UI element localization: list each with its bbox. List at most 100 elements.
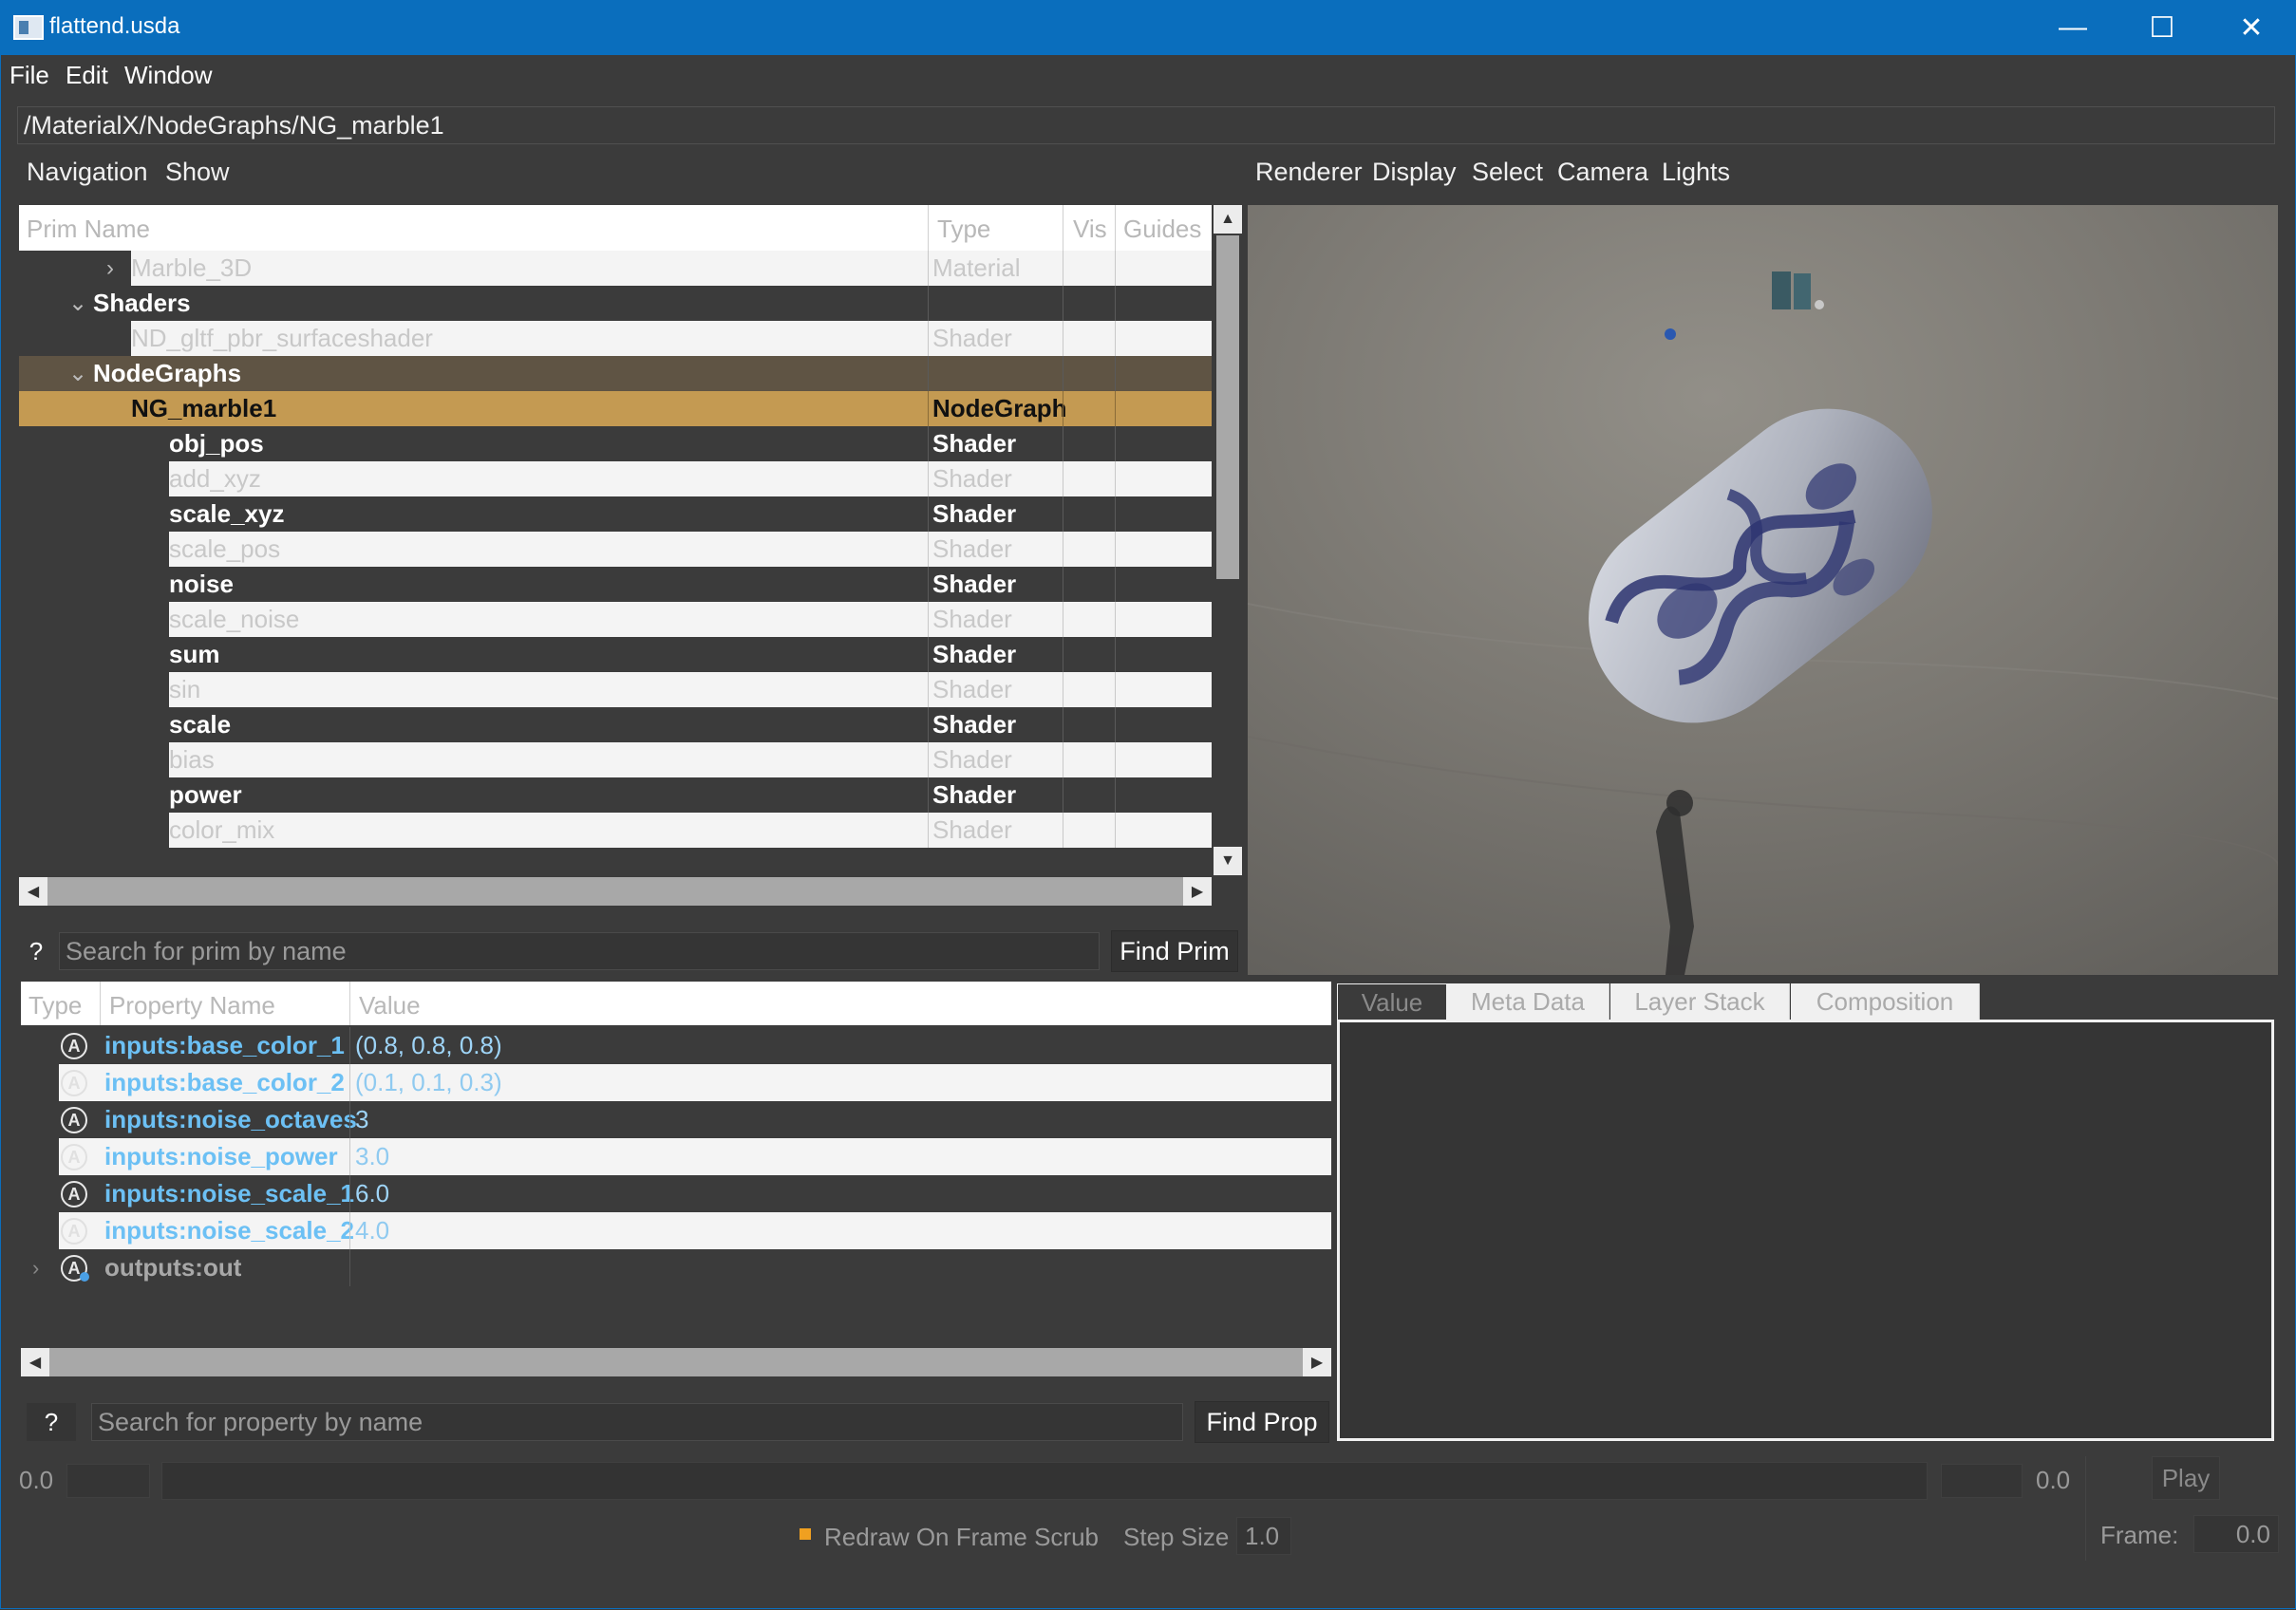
tab-composition[interactable]: Composition (1791, 983, 1980, 1020)
prim-row[interactable]: scale_noise Shader (19, 602, 1212, 637)
property-row[interactable]: Ainputs:base_color_2 (0.1, 0.1, 0.3) (21, 1064, 1331, 1101)
property-row[interactable]: Ainputs:noise_power 3.0 (21, 1138, 1331, 1175)
prim-row[interactable]: ⌄ Shaders (19, 286, 1212, 321)
prim-name: bias (169, 745, 215, 774)
prim-type: NodeGraph (932, 394, 1067, 422)
property-horizontal-scrollbar[interactable]: ◀ ▶ (21, 1348, 1331, 1376)
property-row[interactable]: › Aoutputs:out (21, 1249, 1331, 1286)
column-divider (928, 602, 929, 637)
close-button[interactable]: ✕ (2207, 0, 2296, 55)
column-divider (928, 567, 929, 602)
camera-menu[interactable]: Camera (1557, 158, 1648, 192)
renderer-menu[interactable]: Renderer (1255, 158, 1363, 192)
prim-row[interactable]: › Marble_3D Material (19, 251, 1212, 286)
prim-name: sin (169, 675, 201, 703)
menu-window[interactable]: Window (124, 57, 212, 93)
prim-row[interactable]: bias Shader (19, 742, 1212, 777)
prim-row[interactable]: obj_pos Shader (19, 426, 1212, 461)
header-prim-name[interactable]: Prim Name (27, 215, 150, 244)
property-value: 4.0 (355, 1216, 390, 1245)
tab-layer-stack[interactable]: Layer Stack (1610, 983, 1790, 1020)
prim-row[interactable]: color_mix Shader (19, 813, 1212, 848)
header-type[interactable]: Type (937, 215, 990, 244)
prim-row[interactable]: scale_xyz Shader (19, 496, 1212, 532)
property-search-input[interactable]: Search for property by name (91, 1403, 1183, 1441)
prim-row[interactable]: NG_marble1 NodeGraph (19, 391, 1212, 426)
column-divider (1115, 567, 1116, 602)
prim-name: noise (169, 570, 234, 598)
maximize-button[interactable]: ☐ (2117, 0, 2207, 55)
property-row[interactable]: Ainputs:noise_scale_2 4.0 (21, 1212, 1331, 1249)
prim-name: scale_xyz (169, 499, 285, 528)
property-value: 3.0 (355, 1142, 390, 1170)
prim-name: sum (169, 640, 220, 668)
prim-name: add_xyz (169, 464, 261, 493)
scroll-right-arrow-icon[interactable]: ▶ (1183, 877, 1212, 906)
scroll-left-arrow-icon[interactable]: ◀ (19, 877, 47, 906)
property-search-help-button[interactable]: ? (27, 1403, 76, 1441)
value-panel (1337, 1020, 2274, 1441)
chevron-right-icon[interactable]: › (106, 251, 114, 286)
prim-row[interactable]: scale_pos Shader (19, 532, 1212, 567)
property-row[interactable]: Ainputs:base_color_1 (0.8, 0.8, 0.8) (21, 1027, 1331, 1064)
display-menu[interactable]: Display (1372, 158, 1457, 192)
scroll-right-arrow-icon[interactable]: ▶ (1303, 1348, 1331, 1376)
property-list: Ainputs:base_color_1 (0.8, 0.8, 0.8) Ainpu… (21, 1027, 1331, 1287)
frame-field[interactable]: 0.0 (2193, 1515, 2279, 1553)
tab-value[interactable]: Value (1337, 983, 1447, 1020)
menu-file[interactable]: File (9, 57, 49, 93)
timeline-start-label: 0.0 (19, 1466, 54, 1494)
prim-vertical-scrollbar[interactable]: ▲ ▼ (1214, 205, 1242, 875)
prim-row[interactable]: sin Shader (19, 672, 1212, 707)
prim-horizontal-scrollbar[interactable]: ◀ ▶ (19, 877, 1212, 906)
find-property-button[interactable]: Find Prop (1195, 1401, 1329, 1443)
show-menu[interactable]: Show (165, 158, 230, 192)
redraw-label: Redraw On Frame Scrub (824, 1523, 1099, 1551)
column-divider (349, 1138, 350, 1175)
range-begin-field[interactable] (66, 1464, 150, 1498)
chevron-down-icon[interactable]: ⌄ (68, 356, 87, 391)
scroll-up-arrow-icon[interactable]: ▲ (1214, 205, 1242, 234)
3d-viewport[interactable] (1248, 205, 2278, 975)
frame-slider[interactable] (161, 1462, 1928, 1500)
range-end-field[interactable] (1941, 1464, 2023, 1498)
prim-path-field[interactable]: /MaterialX/NodeGraphs/NG_marble1 (17, 106, 2275, 144)
prim-row[interactable]: noise Shader (19, 567, 1212, 602)
row-background (169, 742, 1212, 777)
step-size-field[interactable]: 1.0 (1236, 1517, 1291, 1555)
header-vis[interactable]: Vis (1073, 215, 1107, 244)
prim-row[interactable]: ND_gltf_pbr_surfaceshader Shader (19, 321, 1212, 356)
prim-row[interactable]: add_xyz Shader (19, 461, 1212, 496)
scroll-down-arrow-icon[interactable]: ▼ (1214, 847, 1242, 875)
prim-type: Shader (932, 605, 1012, 633)
property-row[interactable]: Ainputs:noise_octaves 3 (21, 1101, 1331, 1138)
select-menu[interactable]: Select (1472, 158, 1543, 192)
scroll-thumb[interactable] (1216, 235, 1239, 579)
redraw-checkbox[interactable] (800, 1528, 811, 1540)
column-divider (1115, 391, 1116, 426)
minimize-button[interactable]: — (2028, 0, 2117, 55)
scroll-left-arrow-icon[interactable]: ◀ (21, 1348, 49, 1376)
prim-search-input[interactable]: Search for prim by name (59, 932, 1100, 970)
prim-row[interactable]: ⌄ NodeGraphs (19, 356, 1212, 391)
header-property-name[interactable]: Property Name (109, 991, 275, 1020)
prim-search-help-button[interactable]: ? (19, 932, 53, 970)
property-name: inputs:base_color_2 (104, 1068, 345, 1096)
prim-row[interactable]: power Shader (19, 777, 1212, 813)
header-value[interactable]: Value (359, 991, 421, 1020)
tab-meta-data[interactable]: Meta Data (1447, 983, 1609, 1020)
connection-badge-icon (80, 1272, 89, 1282)
column-divider (1115, 742, 1116, 777)
chevron-right-icon[interactable]: › (32, 1249, 39, 1286)
header-guides[interactable]: Guides (1123, 215, 1201, 244)
lights-menu[interactable]: Lights (1662, 158, 1730, 192)
prim-row[interactable]: scale Shader (19, 707, 1212, 742)
header-type[interactable]: Type (28, 991, 82, 1020)
chevron-down-icon[interactable]: ⌄ (68, 286, 87, 321)
find-prim-button[interactable]: Find Prim (1111, 930, 1238, 972)
property-row[interactable]: Ainputs:noise_scale_1 6.0 (21, 1175, 1331, 1212)
prim-row[interactable]: sum Shader (19, 637, 1212, 672)
navigation-menu[interactable]: Navigation (27, 158, 148, 192)
menu-edit[interactable]: Edit (66, 57, 108, 93)
play-button[interactable]: Play (2152, 1456, 2220, 1500)
